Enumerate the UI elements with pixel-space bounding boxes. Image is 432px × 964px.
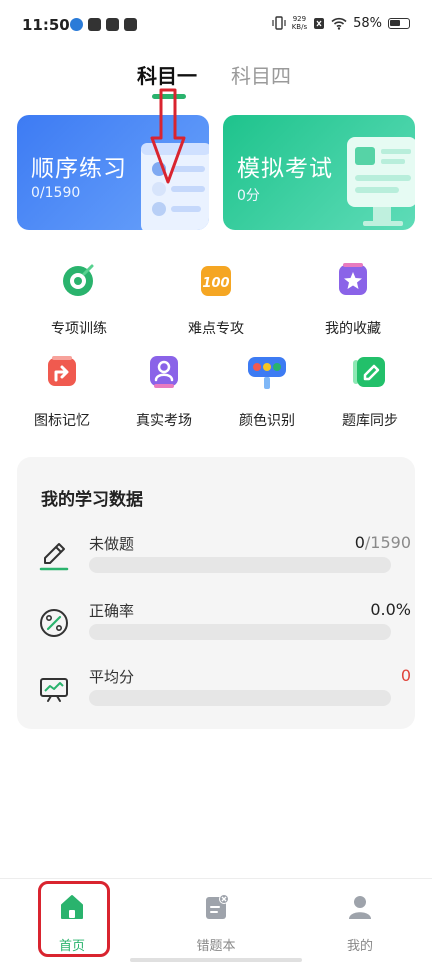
- nav-profile-label: 我的: [346, 939, 373, 954]
- status-right: 929 KB/s 58%: [272, 15, 410, 31]
- difficult-points-button[interactable]: 100 难点专攻: [166, 260, 266, 338]
- mistakes-book-icon: [206, 894, 229, 919]
- net-speed-unit: KB/s: [291, 23, 308, 31]
- tab-subject-four[interactable]: 科目四: [231, 60, 291, 89]
- vibrate-icon: [272, 16, 286, 30]
- exam-card-score: 0分: [237, 188, 260, 204]
- wifi-icon: [331, 17, 347, 30]
- stat-undone-label: 未做题: [89, 535, 135, 553]
- monitor-chart-icon: [40, 678, 68, 702]
- battery-percent: 58%: [353, 15, 382, 31]
- color-recognition-label: 颜色识别: [239, 413, 295, 429]
- question-bank-sync-button[interactable]: 题库同步: [320, 352, 420, 430]
- nav-mistakes-label: 错题本: [196, 939, 236, 954]
- nav-mistakes[interactable]: 错题本: [176, 893, 256, 954]
- annotation-arrow-icon: [150, 88, 186, 184]
- exam-screen-icon: [347, 137, 415, 226]
- stat-undone-bar: [89, 557, 391, 573]
- net-speed-value: 929: [292, 15, 307, 23]
- annotation-highlight-box: [38, 881, 110, 957]
- mail-icon: [88, 18, 101, 31]
- learning-stats-panel: 我的学习数据 未做题 0/1590 正确率 0.0% 平均分 0: [17, 457, 415, 729]
- my-favorites-label: 我的收藏: [325, 321, 381, 337]
- home-indicator: [130, 958, 302, 962]
- color-recognition-button[interactable]: 颜色识别: [217, 352, 317, 430]
- stat-average-bar: [89, 690, 391, 706]
- practice-card-progress: 0/1590: [31, 185, 81, 201]
- status-bar: 11:50 929 KB/s 58%: [0, 0, 432, 52]
- practice-card-title: 顺序练习: [31, 156, 127, 182]
- difficult-points-label: 难点专攻: [188, 321, 244, 337]
- exam-card-title: 模拟考试: [237, 156, 333, 182]
- stat-average-label: 平均分: [89, 668, 135, 686]
- stat-accuracy-label: 正确率: [89, 602, 135, 620]
- stat-average: 平均分 0: [37, 666, 411, 710]
- edit-icon: [353, 357, 385, 387]
- stats-title: 我的学习数据: [41, 490, 143, 510]
- stat-accuracy: 正确率 0.0%: [37, 600, 411, 644]
- app-icon: [106, 18, 119, 31]
- percent-icon: [40, 609, 68, 637]
- sign-arrow-icon: [48, 356, 76, 386]
- target-icon: [63, 264, 94, 296]
- svg-text:100: 100: [202, 276, 229, 291]
- status-time: 11:50: [22, 16, 70, 34]
- sign-memory-label: 图标记忆: [34, 413, 90, 429]
- person-icon: [150, 356, 178, 388]
- net-speed: 929 KB/s: [292, 15, 307, 31]
- browser-icon: [70, 18, 83, 31]
- stat-undone: 未做题 0/1590: [37, 533, 411, 577]
- traffic-light-icon: [248, 357, 286, 389]
- subject-tabs: 科目一 科目四: [0, 60, 432, 100]
- special-training-label: 专项训练: [51, 321, 107, 337]
- stat-average-value: 0: [400, 666, 411, 685]
- tab-subject-one[interactable]: 科目一: [137, 60, 197, 89]
- real-exam-room-label: 真实考场: [136, 413, 192, 429]
- special-training-button[interactable]: 专项训练: [29, 260, 129, 338]
- sim-off-icon: [314, 17, 325, 29]
- sign-memory-button[interactable]: 图标记忆: [12, 352, 112, 430]
- question-bank-sync-label: 题库同步: [342, 413, 398, 429]
- nav-profile[interactable]: 我的: [320, 893, 400, 954]
- pencil-icon: [39, 543, 69, 571]
- play-icon: [124, 18, 137, 31]
- my-favorites-button[interactable]: 我的收藏: [303, 260, 403, 338]
- stat-undone-total: /1590: [364, 533, 411, 552]
- stat-undone-done: 0: [354, 533, 365, 552]
- real-exam-room-button[interactable]: 真实考场: [114, 352, 214, 430]
- notification-icons: [70, 18, 137, 31]
- hundred-icon: 100: [201, 266, 231, 296]
- stat-accuracy-bar: [89, 624, 391, 640]
- stat-undone-value: 0/1590: [355, 533, 411, 552]
- user-icon: [349, 896, 371, 919]
- mock-exam-card[interactable]: 模拟考试 0分: [223, 115, 415, 230]
- star-icon: [339, 263, 367, 295]
- stat-accuracy-value: 0.0%: [370, 600, 411, 619]
- battery-icon: [388, 17, 410, 29]
